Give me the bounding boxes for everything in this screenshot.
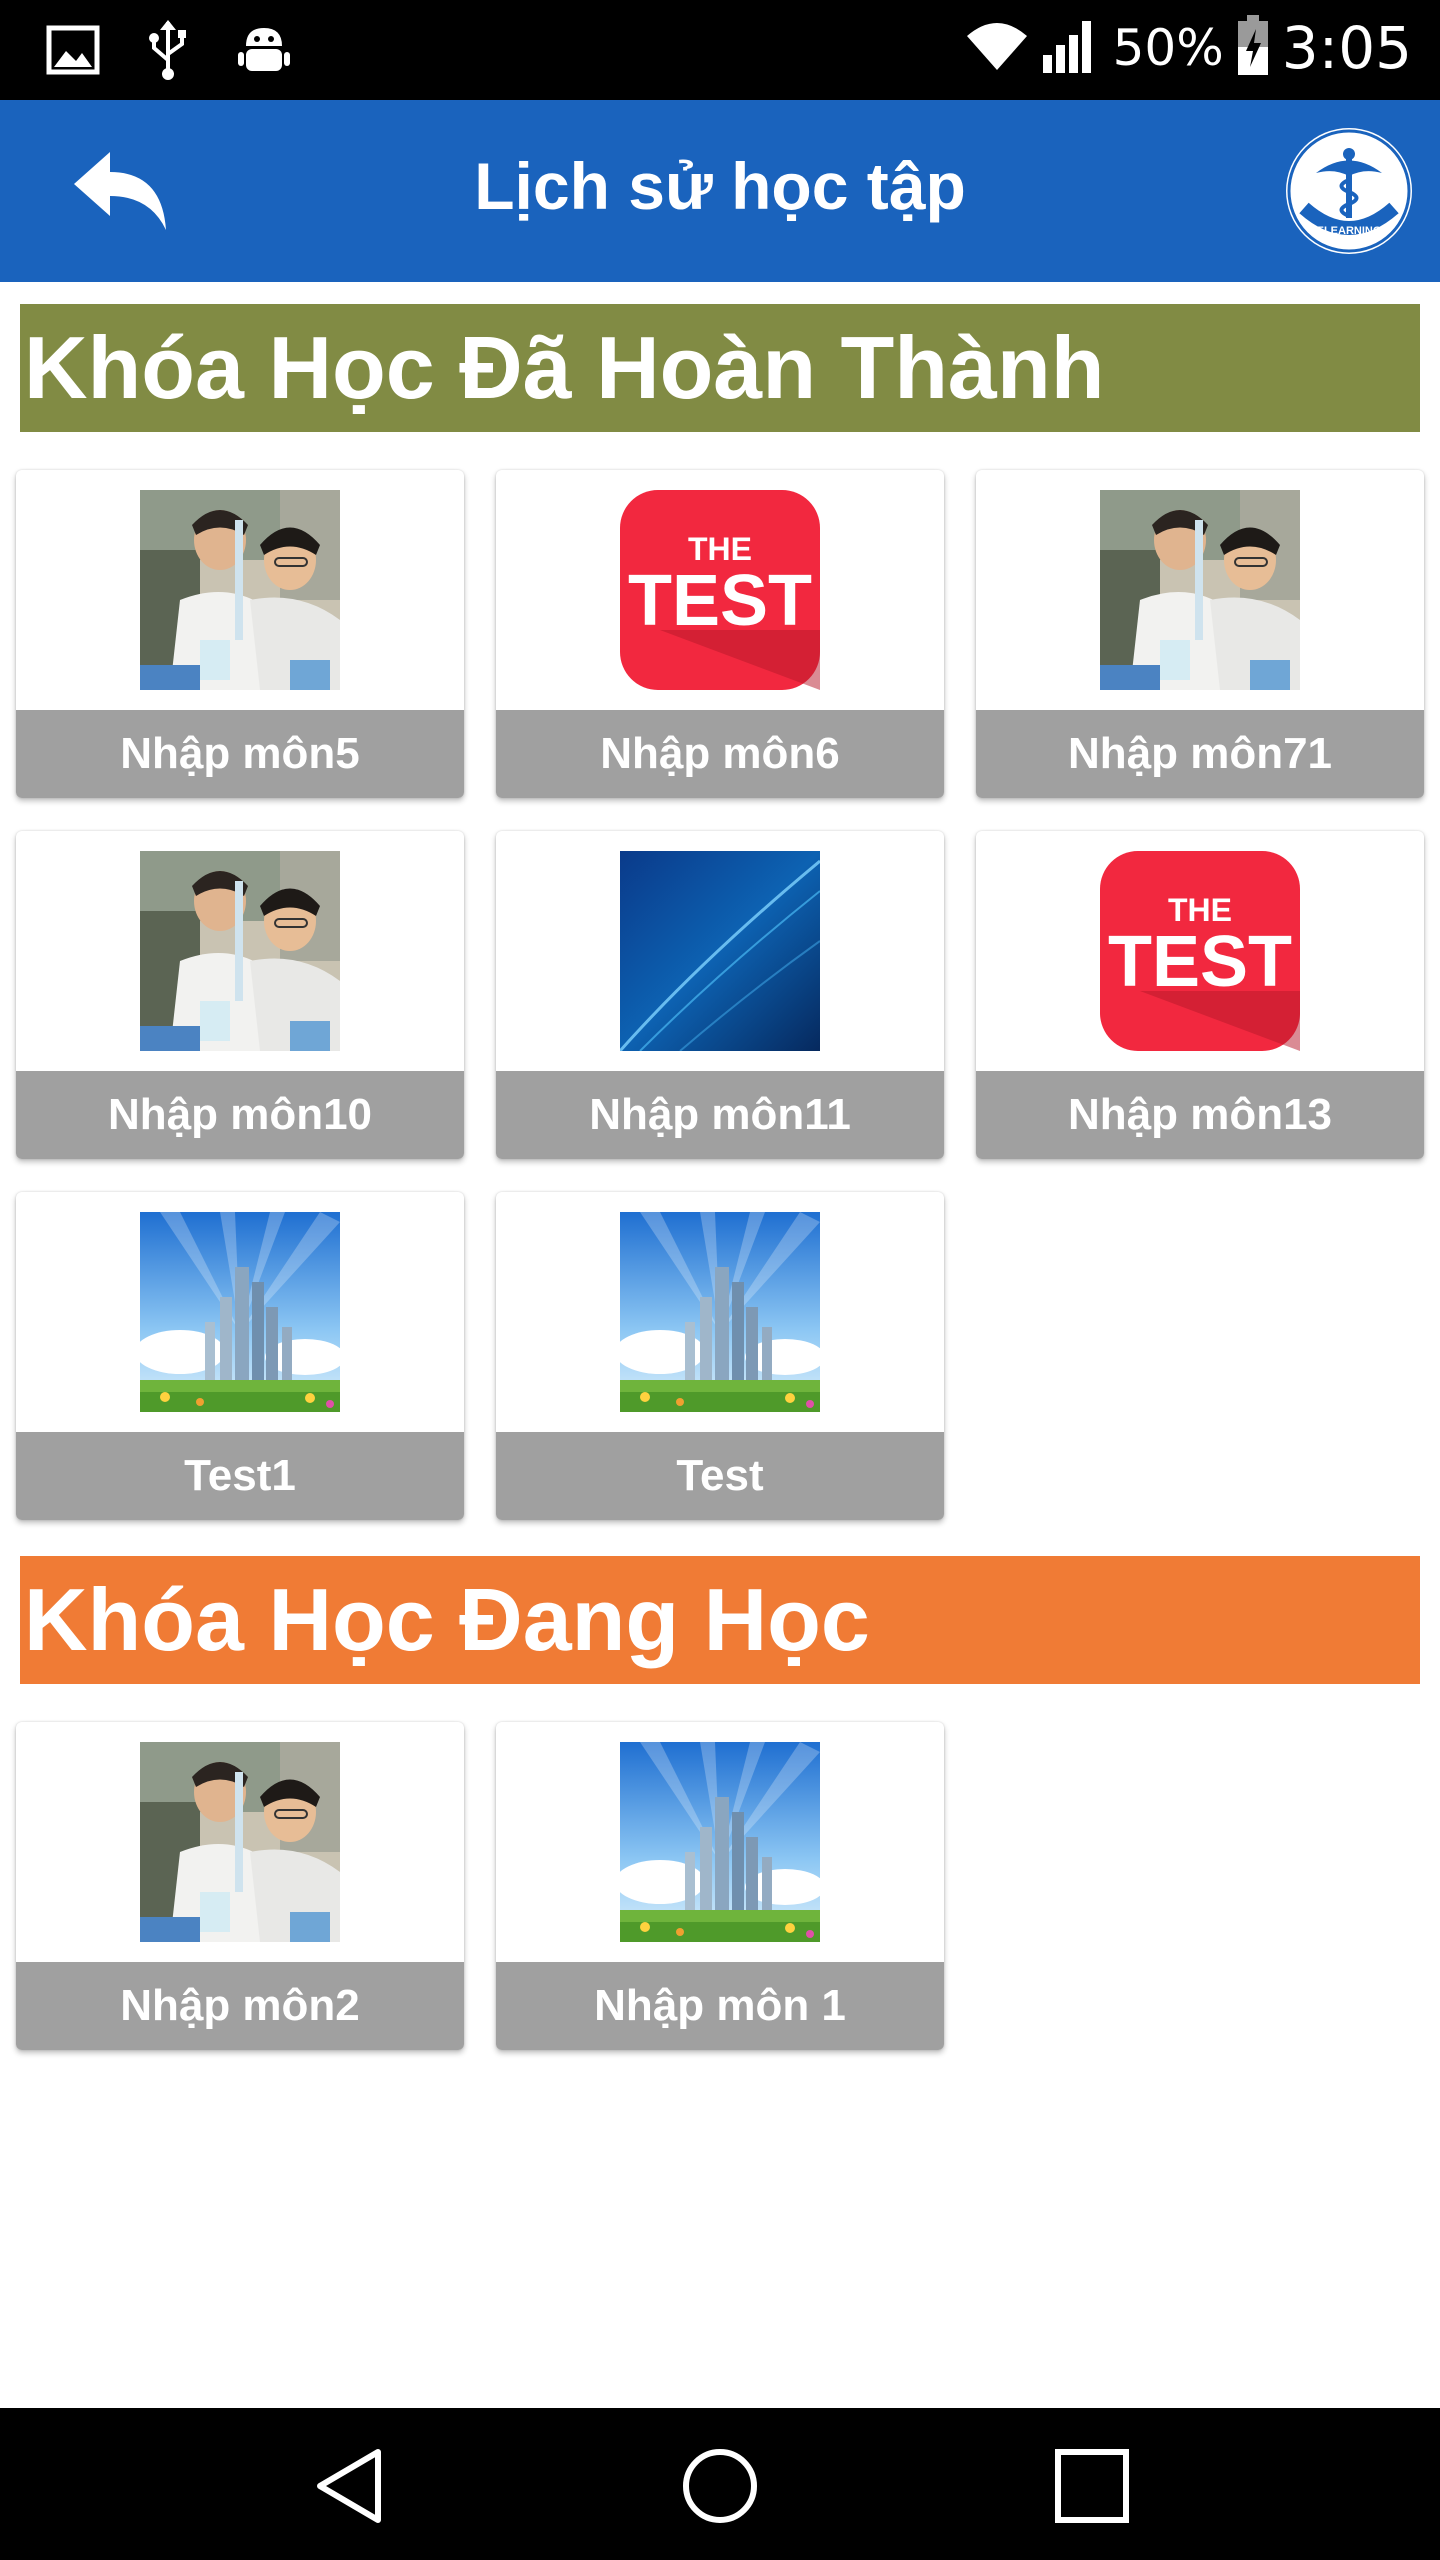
- back-triangle-icon: [317, 2449, 381, 2523]
- course-thumbnail: [1100, 490, 1300, 690]
- battery-icon: [1236, 14, 1270, 82]
- svg-text:TEST: TEST: [1108, 922, 1292, 1002]
- nav-back-button[interactable]: [310, 2444, 394, 2528]
- course-thumbnail: THE TEST: [1100, 851, 1300, 1051]
- course-card[interactable]: Test1: [16, 1192, 464, 1520]
- course-card[interactable]: Nhập môn5: [16, 470, 464, 798]
- course-card[interactable]: Nhập môn10: [16, 831, 464, 1159]
- course-card[interactable]: Nhập môn11: [496, 831, 944, 1159]
- course-thumbnail: [620, 1742, 820, 1942]
- home-circle-icon: [683, 2449, 757, 2523]
- course-thumbnail: [140, 851, 340, 1051]
- course-name: Nhập môn6: [496, 710, 944, 798]
- course-name: Nhập môn2: [16, 1962, 464, 2050]
- svg-text:ELEARNING: ELEARNING: [1317, 225, 1382, 237]
- course-thumbnail: [140, 1742, 340, 1942]
- course-thumbnail: THE TEST: [620, 490, 820, 690]
- screen: 50% 3:05 Lịch sử học tập ELEARNING Khóa …: [0, 0, 1440, 2560]
- course-card[interactable]: Test: [496, 1192, 944, 1520]
- course-card[interactable]: Nhập môn2: [16, 1722, 464, 2050]
- android-debug-icon: [236, 22, 292, 83]
- elearning-logo: ELEARNING: [1286, 128, 1412, 254]
- course-card[interactable]: Nhập môn 1: [496, 1722, 944, 2050]
- system-navigation-bar: [0, 2408, 1440, 2560]
- course-name: Nhập môn71: [976, 710, 1424, 798]
- status-bar: 50% 3:05: [0, 0, 1440, 100]
- course-name: Test: [496, 1432, 944, 1520]
- signal-icon: [1041, 17, 1101, 80]
- course-card[interactable]: THE TEST Nhập môn13: [976, 831, 1424, 1159]
- course-name: Nhập môn5: [16, 710, 464, 798]
- nav-home-button[interactable]: [678, 2444, 762, 2528]
- course-thumbnail: [620, 1212, 820, 1412]
- clock: 3:05: [1281, 14, 1412, 82]
- page-title: Lịch sử học tập: [474, 149, 966, 223]
- course-name: Nhập môn 1: [496, 1962, 944, 2050]
- course-thumbnail: [620, 851, 820, 1051]
- image-icon: [46, 23, 100, 82]
- wifi-icon: [965, 18, 1029, 79]
- course-name: Nhập môn10: [16, 1071, 464, 1159]
- section-title-learning: Khóa Học Đang Học: [20, 1556, 1420, 1684]
- course-name: Nhập môn13: [976, 1071, 1424, 1159]
- course-card[interactable]: THE TEST Nhập môn6: [496, 470, 944, 798]
- svg-text:TEST: TEST: [628, 561, 812, 641]
- course-card[interactable]: Nhập môn71: [976, 470, 1424, 798]
- course-name: Nhập môn11: [496, 1071, 944, 1159]
- app-bar: Lịch sử học tập ELEARNING: [0, 100, 1440, 282]
- course-thumbnail: [140, 490, 340, 690]
- battery-percent: 50%: [1112, 19, 1224, 77]
- course-name: Test1: [16, 1432, 464, 1520]
- recents-square-icon: [1055, 2449, 1129, 2523]
- nav-recents-button[interactable]: [1050, 2444, 1134, 2528]
- section-title-completed: Khóa Học Đã Hoàn Thành: [20, 304, 1420, 432]
- course-thumbnail: [140, 1212, 340, 1412]
- usb-icon: [148, 20, 188, 85]
